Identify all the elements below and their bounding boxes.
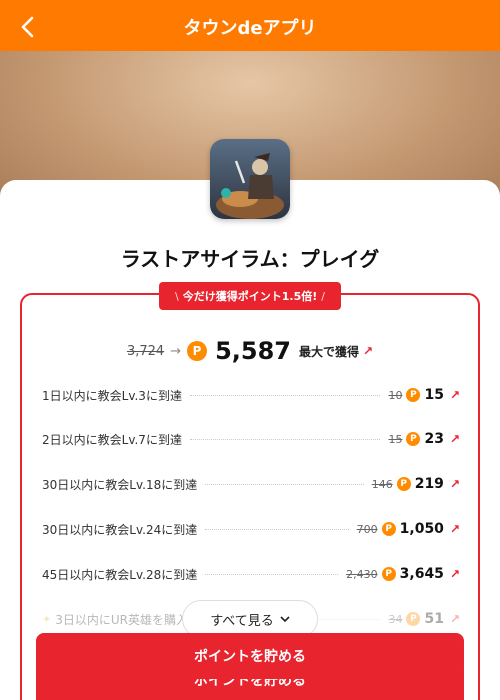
- sparkle-icon: ✦: [42, 612, 52, 626]
- task-label: 3日以内にUR英雄を購入: [55, 612, 188, 627]
- task-row[interactable]: 1日以内に教会Lv.3に到達 10 P 15 ↗: [42, 384, 460, 406]
- promo-badge-text: 今だけ獲得ポイント1.5倍!: [182, 290, 318, 303]
- point-coin-icon: P: [406, 388, 421, 402]
- external-arrow-icon: ↗: [449, 388, 460, 402]
- task-new-points: 23: [424, 431, 444, 447]
- new-total-points: 5,587: [215, 337, 291, 365]
- external-arrow-icon: ↗: [449, 612, 460, 626]
- task-old-points: 34: [388, 612, 403, 626]
- task-label: 1日以内に教会Lv.3に到達: [42, 388, 182, 403]
- task-label: 45日以内に教会Lv.28に到達: [42, 567, 198, 582]
- dotted-divider: [189, 438, 381, 440]
- task-row[interactable]: 45日以内に教会Lv.28に到達 2,430 P 3,645 ↗: [42, 563, 460, 585]
- task-old-points: 700: [356, 522, 378, 536]
- external-arrow-icon: ↗: [449, 432, 460, 446]
- task-row[interactable]: 30日以内に教会Lv.18に到達 146 P 219 ↗: [42, 473, 460, 495]
- point-coin-icon: P: [406, 612, 421, 626]
- task-label: 30日以内に教会Lv.24に到達: [42, 522, 198, 537]
- max-label: 最大で獲得: [298, 344, 359, 359]
- point-coin-icon: P: [187, 341, 208, 361]
- point-coin-icon: P: [396, 477, 411, 491]
- page-title: タウンdeアプリ: [183, 18, 317, 39]
- chevron-down-icon: [280, 616, 290, 623]
- external-arrow-icon: ↗: [363, 344, 374, 358]
- see-all-label: すべて見る: [210, 613, 274, 629]
- task-new-points: 219: [414, 476, 444, 492]
- app-icon: [210, 139, 290, 219]
- cta-label: ポイントを貯める: [194, 649, 306, 665]
- top-bar: タウンdeアプリ: [0, 0, 500, 51]
- task-row[interactable]: 30日以内に教会Lv.24に到達 700 P 1,050 ↗: [42, 518, 460, 540]
- total-points-row: 3,724 → P 5,587 最大で獲得 ↗: [0, 336, 500, 366]
- task-label: 30日以内に教会Lv.18に到達: [42, 477, 198, 492]
- task-new-points: 3,645: [399, 566, 444, 582]
- point-coin-icon: P: [381, 522, 396, 536]
- task-new-points: 1,050: [399, 521, 444, 537]
- task-old-points: 10: [388, 388, 403, 402]
- task-old-points: 15: [388, 432, 403, 446]
- dotted-divider: [189, 394, 381, 396]
- task-old-points: 146: [371, 477, 393, 491]
- dotted-divider: [205, 528, 349, 530]
- promo-badge: \ 今だけ獲得ポイント1.5倍! /: [159, 282, 341, 310]
- task-label: 2日以内に教会Lv.7に到達: [42, 432, 182, 447]
- task-new-points: 15: [424, 387, 444, 403]
- external-arrow-icon: ↗: [449, 522, 460, 536]
- dotted-divider: [205, 483, 364, 485]
- arrow-right-icon: →: [170, 343, 182, 359]
- task-old-points: 2,430: [346, 567, 378, 581]
- task-row[interactable]: 2日以内に教会Lv.7に到達 15 P 23 ↗: [42, 428, 460, 450]
- external-arrow-icon: ↗: [449, 567, 460, 581]
- dotted-divider: [205, 573, 339, 575]
- earn-points-button[interactable]: ポイントを貯める: [36, 633, 464, 679]
- old-total-points: 3,724: [126, 343, 165, 359]
- app-name: ラストアサイラム：プレイグ: [120, 247, 380, 271]
- task-new-points: 51: [424, 611, 444, 627]
- point-coin-icon: P: [381, 567, 396, 581]
- point-coin-icon: P: [406, 432, 421, 446]
- external-arrow-icon: ↗: [449, 477, 460, 491]
